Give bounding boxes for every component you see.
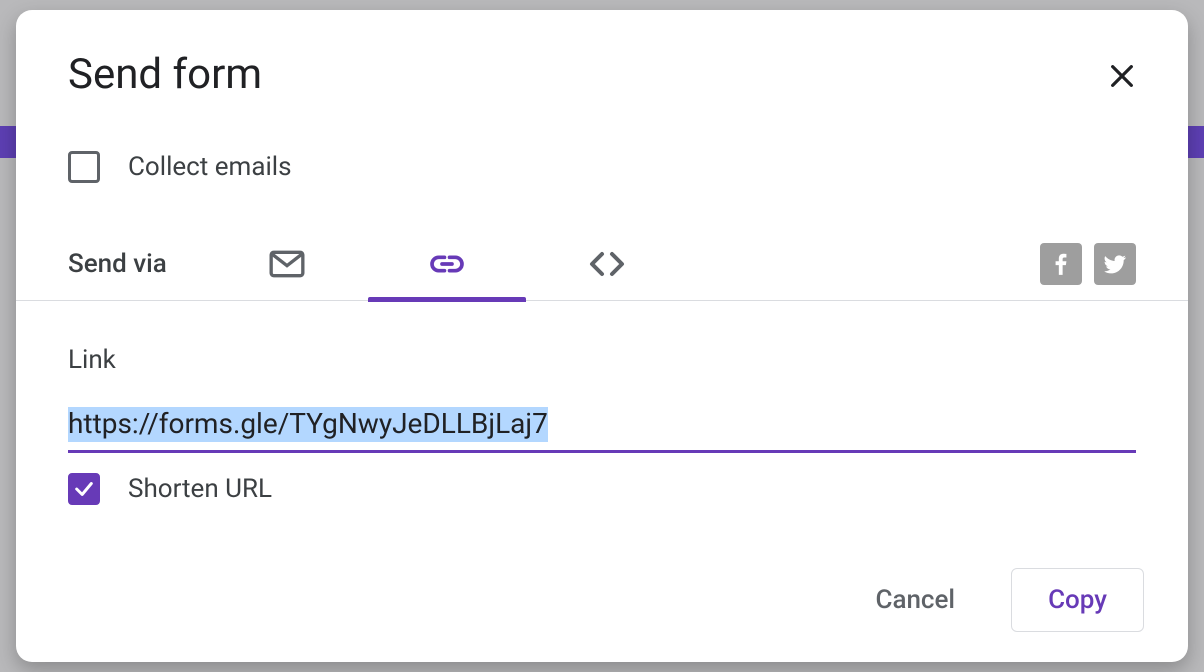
email-icon [267,244,307,284]
send-via-row: Send via [16,183,1188,301]
tab-email[interactable] [207,227,367,301]
close-button[interactable] [1102,56,1142,96]
share-facebook-button[interactable] [1040,243,1082,285]
collect-emails-checkbox[interactable] [68,151,100,183]
collect-emails-row: Collect emails [16,99,1188,183]
dialog-title: Send form [68,50,262,99]
share-twitter-button[interactable] [1094,243,1136,285]
link-url-value: https://forms.gle/TYgNwyJeDLLBjLaj7 [68,407,548,442]
dialog-header: Send form [16,10,1188,99]
cancel-button[interactable]: Cancel [855,571,975,629]
link-section: Link https://forms.gle/TYgNwyJeDLLBjLaj7… [16,301,1188,568]
shorten-url-label: Shorten URL [128,474,272,504]
copy-button[interactable]: Copy [1011,568,1144,632]
check-icon [73,478,95,500]
shorten-url-checkbox[interactable] [68,473,100,505]
tab-link[interactable] [367,227,527,301]
shorten-url-row: Shorten URL [68,473,1136,505]
close-icon [1106,60,1138,92]
embed-icon [587,244,627,284]
send-via-label: Send via [68,249,167,279]
link-icon [427,244,467,284]
collect-emails-label: Collect emails [128,152,292,182]
facebook-icon [1048,251,1074,277]
active-tab-indicator [368,297,526,302]
twitter-icon [1102,251,1128,277]
link-heading: Link [68,345,1136,375]
social-share [1040,243,1136,285]
send-form-dialog: Send form Collect emails Send via [16,10,1188,662]
link-url-field[interactable]: https://forms.gle/TYgNwyJeDLLBjLaj7 [68,407,1136,453]
dialog-actions: Cancel Copy [16,568,1188,662]
tab-embed[interactable] [527,227,687,301]
